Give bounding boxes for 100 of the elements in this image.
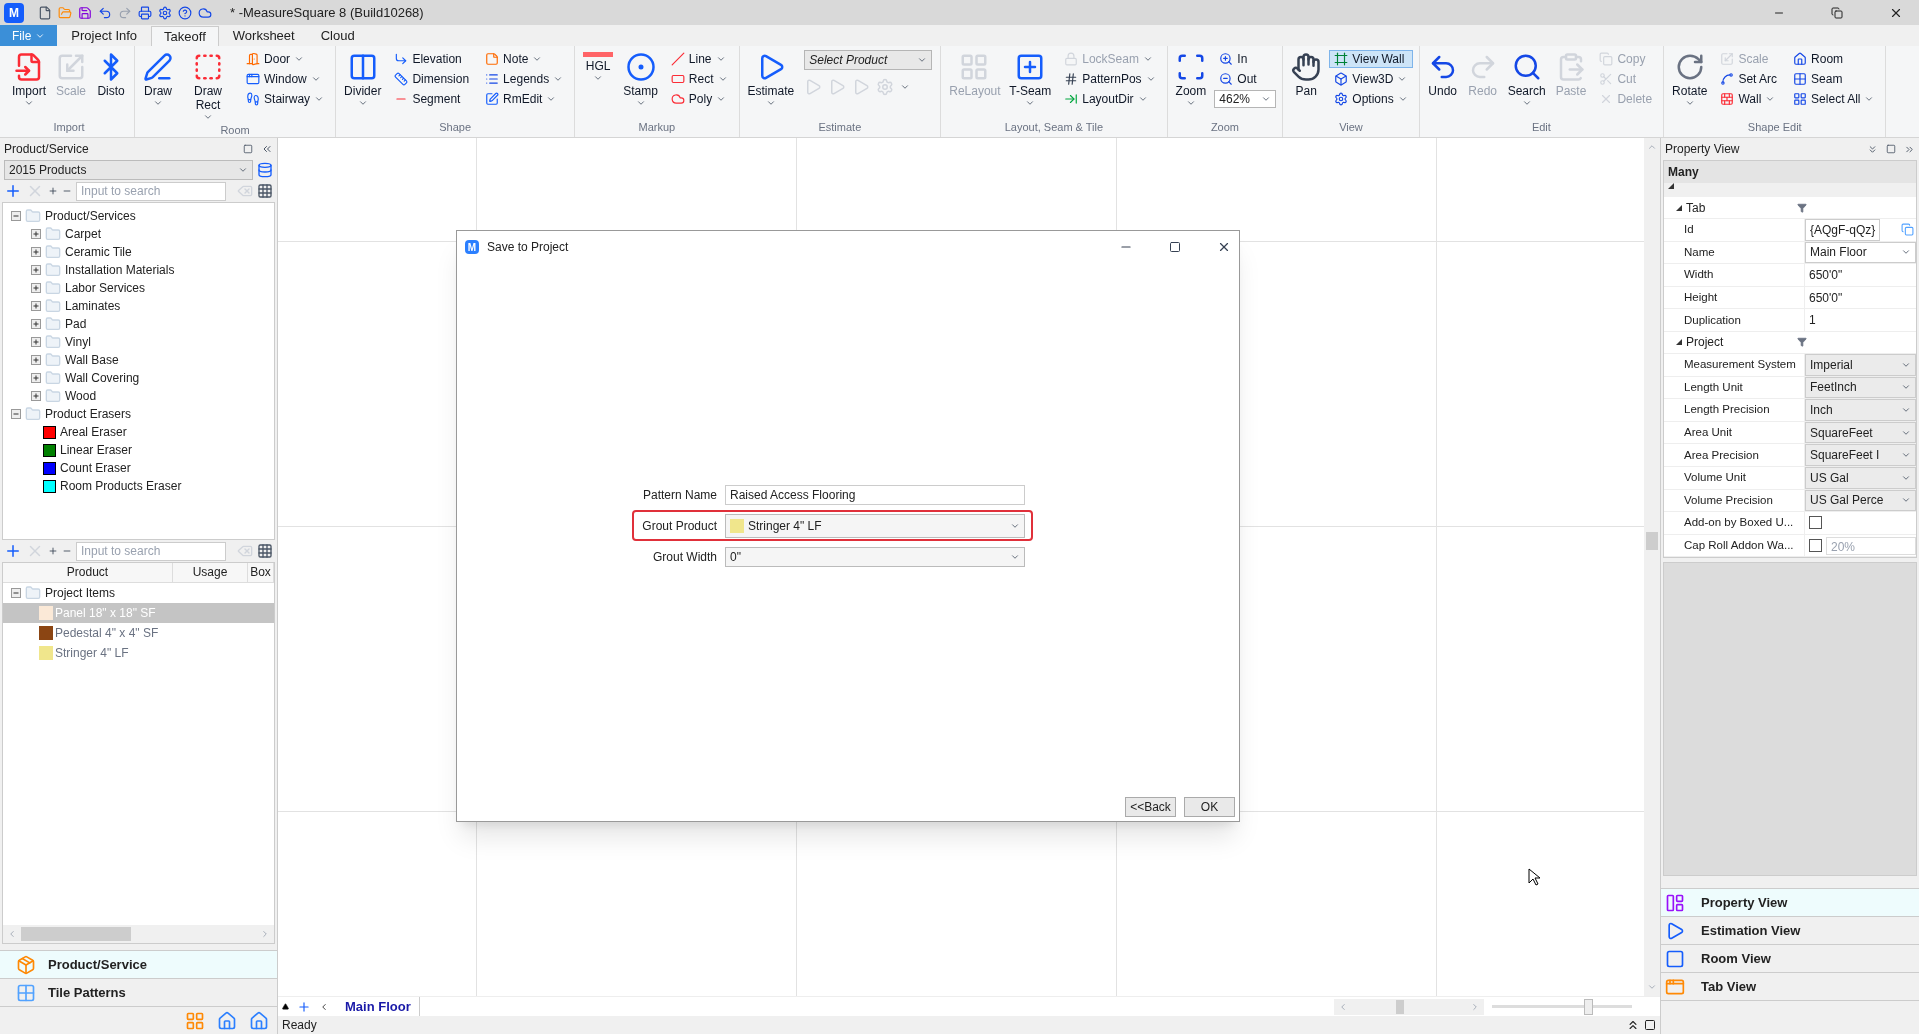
ribbon-button[interactable]: Window: [241, 70, 330, 88]
collapse-icon[interactable]: [11, 409, 21, 419]
tree-item[interactable]: Pad: [3, 315, 274, 333]
expand-icon[interactable]: [31, 265, 41, 275]
ribbon-button[interactable]: Legends: [480, 70, 569, 88]
tree-item[interactable]: Laminates: [3, 297, 274, 315]
select-field[interactable]: 0": [725, 546, 1025, 567]
ribbon-button[interactable]: Room: [1788, 50, 1880, 68]
tree-item[interactable]: Ceramic Tile: [3, 243, 274, 261]
tree-item[interactable]: Wood: [3, 387, 274, 405]
scroll-thumb[interactable]: [1646, 532, 1658, 550]
ribbon-button[interactable]: Seam: [1788, 70, 1880, 88]
ribbon-button[interactable]: Rotate: [1668, 50, 1712, 108]
ribbon-button[interactable]: Search: [1503, 50, 1550, 108]
property-select[interactable]: US Gal Perce: [1805, 489, 1916, 512]
ribbon-button[interactable]: Door: [241, 50, 330, 68]
collapse-icon[interactable]: [11, 211, 21, 221]
zoom-slider[interactable]: [1492, 998, 1632, 1015]
search-field[interactable]: Input to search: [76, 181, 226, 201]
ribbon-button[interactable]: Divider: [340, 50, 386, 108]
ribbon-button[interactable]: Options: [1329, 90, 1413, 108]
vertical-scrollbar[interactable]: [1644, 138, 1660, 996]
tree-item[interactable]: Count Eraser: [3, 459, 274, 477]
ribbon-button[interactable]: Poly: [665, 90, 733, 108]
ribbon-button[interactable]: Import: [8, 50, 50, 108]
horizontal-scrollbar[interactable]: [1334, 998, 1484, 1015]
property-select[interactable]: SquareFeet I: [1805, 444, 1916, 466]
tree-item[interactable]: Room Products Eraser: [3, 477, 274, 495]
ribbon-button[interactable]: HGL: [579, 50, 618, 83]
project-item[interactable]: Stringer 4" LF: [3, 643, 274, 663]
tree-item[interactable]: Product Erasers: [3, 405, 274, 423]
ribbon-button[interactable]: Rect: [665, 70, 733, 88]
property-select[interactable]: SquareFeet: [1805, 421, 1916, 444]
ribbon-tab[interactable]: Cloud: [308, 26, 367, 46]
tree-item[interactable]: Labor Services: [3, 279, 274, 297]
ribbon-button[interactable]: Out: [1214, 70, 1277, 88]
ribbon-button[interactable]: Wall: [1715, 90, 1783, 108]
expand-icon[interactable]: [31, 301, 41, 311]
expand-icon[interactable]: [31, 283, 41, 293]
ribbon-button[interactable]: Set Arc: [1715, 70, 1783, 88]
drawing-canvas[interactable]: M Save to Project Pattern Name Raised Access Flooring Grout Product Stringer 4" LF Grout Width 0" <<Back OK: [278, 138, 1644, 996]
tree-item[interactable]: Product/Services: [3, 207, 274, 225]
up-arrow-icon[interactable]: [282, 1003, 289, 1010]
dialog-button[interactable]: <<Back: [1125, 797, 1176, 817]
scroll-thumb[interactable]: [21, 927, 131, 941]
ribbon-button[interactable]: Estimate: [743, 50, 799, 108]
ribbon-button[interactable]: In: [1214, 50, 1277, 68]
ribbon-button[interactable]: Pan: [1287, 50, 1326, 98]
ribbon-button[interactable]: PatternPos: [1059, 70, 1161, 88]
ribbon-button[interactable]: T-Seam: [1005, 50, 1056, 108]
ribbon-button[interactable]: Note: [480, 50, 569, 68]
scroll-up-icon[interactable]: [1647, 142, 1657, 152]
tree-item[interactable]: Vinyl: [3, 333, 274, 351]
property-select[interactable]: Main Floor: [1805, 241, 1916, 264]
tree-item[interactable]: Project Items: [3, 583, 274, 603]
ribbon-tab[interactable]: Project Info: [59, 26, 150, 46]
column-header[interactable]: Product: [3, 563, 173, 582]
text-field[interactable]: Raised Access Flooring: [725, 484, 1025, 505]
expand-icon[interactable]: [31, 373, 41, 383]
scroll-down-icon[interactable]: [1647, 982, 1657, 992]
ribbon-button[interactable]: Elevation: [389, 50, 475, 68]
product-select[interactable]: Select Product: [804, 50, 933, 70]
ribbon-button[interactable]: LayoutDir: [1059, 90, 1161, 108]
ribbon-tab[interactable]: Takeoff: [151, 26, 219, 46]
dialog-button[interactable]: OK: [1184, 797, 1235, 817]
slider-thumb[interactable]: [1583, 998, 1593, 1015]
tree-item[interactable]: Carpet: [3, 225, 274, 243]
expand-icon[interactable]: [31, 229, 41, 239]
ribbon-button[interactable]: Draw: [139, 50, 178, 108]
ribbon-button[interactable]: RmEdit: [480, 90, 569, 108]
collapse-icon[interactable]: [11, 588, 21, 598]
column-header[interactable]: Box: [248, 563, 274, 582]
horizontal-scrollbar[interactable]: [3, 925, 274, 943]
ribbon-button[interactable]: Undo: [1423, 50, 1462, 98]
tree-item[interactable]: Areal Eraser: [3, 423, 274, 441]
expand-icon[interactable]: [31, 247, 41, 257]
ribbon-button[interactable]: Zoom: [1171, 50, 1211, 108]
ribbon-button[interactable]: View Wall: [1329, 50, 1413, 68]
ribbon-button[interactable]: Draw Rect: [179, 50, 238, 122]
expand-icon[interactable]: [31, 355, 41, 365]
property-select[interactable]: US Gal: [1805, 466, 1916, 489]
search-field[interactable]: Input to search: [76, 541, 226, 561]
property-select[interactable]: Imperial: [1805, 353, 1916, 376]
ribbon-tab[interactable]: Worksheet: [220, 26, 307, 46]
expand-icon[interactable]: [31, 391, 41, 401]
tree-item[interactable]: Linear Eraser: [3, 441, 274, 459]
select-field[interactable]: Stringer 4" LF: [725, 513, 1025, 538]
scroll-right-icon[interactable]: [1470, 1001, 1480, 1012]
tree-item[interactable]: Wall Covering: [3, 369, 274, 387]
scroll-left-icon[interactable]: [7, 929, 17, 939]
catalog-select[interactable]: 2015 Products: [4, 160, 253, 180]
checkbox[interactable]: [1809, 516, 1822, 530]
collapse-triangle-icon[interactable]: [1676, 339, 1682, 346]
property-select[interactable]: Inch: [1805, 399, 1916, 421]
ribbon-button[interactable]: View3D: [1329, 70, 1413, 88]
checkbox[interactable]: [1809, 539, 1822, 552]
property-select[interactable]: FeetInch: [1805, 376, 1916, 399]
ribbon-button[interactable]: Select All: [1788, 90, 1880, 108]
tree-item[interactable]: Installation Materials: [3, 261, 274, 279]
zoom-combo[interactable]: 462%: [1214, 90, 1277, 108]
